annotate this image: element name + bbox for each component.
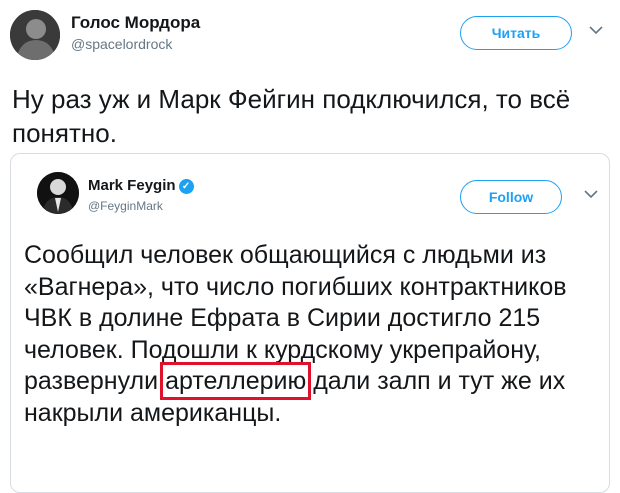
- verified-badge-icon: ✓: [178, 179, 194, 194]
- author-name[interactable]: Голос Мордора: [71, 13, 200, 33]
- quoted-author-name-label: Mark Feygin: [88, 177, 176, 194]
- quoted-author-handle[interactable]: @FeyginMark: [88, 199, 163, 213]
- quoted-tweet-text: Сообщил человек общающийся с людьми из «…: [24, 240, 604, 429]
- highlighted-word: артеллерию: [160, 362, 312, 400]
- quoted-follow-button[interactable]: Follow: [460, 180, 562, 214]
- follow-button[interactable]: Читать: [460, 16, 572, 50]
- chevron-down-icon[interactable]: [589, 22, 603, 38]
- author-handle[interactable]: @spacelordrock: [71, 36, 172, 52]
- tweet-text: Ну раз уж и Марк Фейгин подключился, то …: [12, 84, 571, 148]
- quoted-author-name[interactable]: Mark Feygin ✓: [88, 177, 194, 194]
- chevron-down-icon[interactable]: [584, 186, 598, 202]
- quoted-avatar[interactable]: [37, 172, 79, 214]
- avatar[interactable]: [10, 10, 60, 60]
